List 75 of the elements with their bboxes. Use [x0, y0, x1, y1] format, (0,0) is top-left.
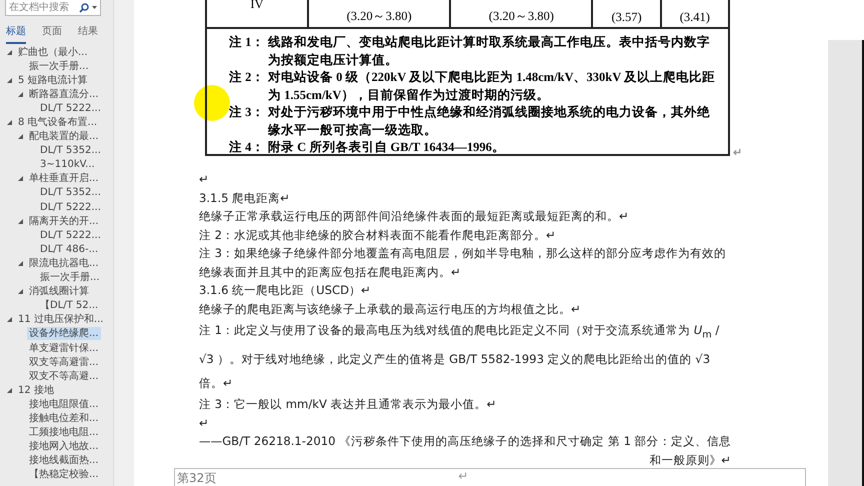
heading-item[interactable]: 工频接地电阻...	[27, 426, 101, 440]
expanded-triangle-icon[interactable]	[18, 289, 23, 294]
heading-item[interactable]: 接地电阻限值...	[27, 398, 101, 411]
heading-item[interactable]: DL/T 5352...	[38, 186, 103, 200]
cursor-highlight	[194, 85, 230, 121]
expanded-triangle-icon[interactable]	[7, 78, 12, 83]
expanded-triangle-icon[interactable]	[18, 218, 23, 224]
table-cell: (3.57)	[592, 0, 661, 28]
heading-item[interactable]: 贮曲也（最小...	[16, 46, 90, 59]
heading-item[interactable]: 单柱垂直开启...	[27, 172, 101, 186]
heading-item[interactable]: 振一次手册...	[38, 271, 102, 284]
heading-item[interactable]: DL/T 486-...	[38, 242, 100, 256]
paragraph: ↵	[199, 414, 210, 432]
expanded-triangle-icon[interactable]	[18, 134, 23, 140]
expanded-triangle-icon[interactable]	[18, 176, 23, 182]
section-heading: 3.1.5 爬电距离↵	[199, 190, 291, 206]
heading-item[interactable]: 振一次手册...	[27, 60, 91, 73]
section-heading: 3.1.6 统一爬电比距（USCD）↵	[199, 282, 372, 299]
paragraph: 注 3：如果绝缘子绝缘件部分地覆盖有高电阻层，例如半导电釉，那么这样的部分应考虑作为有效的绝缘表面并且其中的距离应包括在爬电距离内。↵	[199, 245, 728, 280]
table-cell: (3.41)	[660, 0, 729, 28]
heading-item[interactable]: 【DL/T 52...	[38, 299, 100, 312]
heading-item[interactable]: 11 过电压保护和...	[16, 313, 106, 326]
heading-item[interactable]: 3~110kV...	[38, 158, 97, 172]
paragraph: ↵	[199, 171, 210, 188]
note-label: 注 2：	[229, 69, 266, 86]
nav-tab[interactable]: 标题	[6, 24, 26, 44]
paragraph-mark: ↵	[458, 469, 468, 485]
expanded-triangle-icon[interactable]	[7, 388, 12, 393]
paragraph: 绝缘子正常承载运行电压的两部件间沿绝缘件表面的最短距离或最短距离的和。↵	[199, 208, 630, 225]
heading-item[interactable]: 单支避雷针保...	[27, 342, 101, 355]
heading-item[interactable]: 接触电位差和...	[27, 412, 101, 425]
note-text: 线路和发电厂、变电站爬电比距计算时取系统最高工作电压。表中括号内数字为按额定电压计算值。	[268, 34, 711, 68]
heading-item[interactable]: DL/T 5222...	[38, 228, 103, 242]
heading-item[interactable]: 限流电抗器电...	[27, 256, 101, 270]
paragraph-mark: ↵	[733, 146, 742, 160]
heading-item[interactable]: 消弧线圈计算	[27, 285, 91, 298]
note-label: 注 1：	[229, 34, 266, 51]
heading-item[interactable]: 隔离开关的开...	[27, 214, 101, 228]
paragraph: 注 1：此定义与使用了设备的最高电压为线对线值的爬电比距定义不同（对于交流系统通常为 U$_{m}$ / √3 ）。对于线对地绝缘，此定义产生的值将是 GB/T 5582-1993 定义的爬电比距给出的值的 √3 倍。↵	[199, 322, 720, 392]
heading-item[interactable]: 双支等高避雷...	[27, 356, 101, 369]
paragraph: 绝缘子的爬电距离与该绝缘子上承载的最高运行电压的方均根值之比。↵	[199, 300, 582, 318]
heading-item[interactable]: 接地线截面热...	[27, 454, 101, 468]
heading-item[interactable]: DL/T 5222...	[38, 200, 103, 214]
expanded-triangle-icon[interactable]	[18, 92, 23, 97]
heading-item[interactable]: DL/T 5222...	[38, 102, 103, 115]
expanded-triangle-icon[interactable]	[7, 317, 12, 322]
heading-item[interactable]: 12 接地	[16, 384, 56, 397]
heading-item[interactable]: 接地网入地故...	[27, 440, 101, 454]
table-cell: IV	[206, 0, 308, 28]
note-label: 注 3：	[229, 104, 266, 121]
expanded-triangle-icon[interactable]	[7, 120, 12, 126]
citation: ——GB/T 26218.1-2010 《污秽条件下使用的高压绝缘子的选择和尺寸确定 第 1 部分：定义、信息和一般原则》↵	[199, 433, 731, 469]
note-text: 对处于污秽环境中用于中性点绝缘和经消弧线圈接地系统的电力设备，其外绝缘水平一般可按高一级选取。	[268, 104, 711, 138]
heading-item[interactable]: 8 电气设备布置...	[16, 116, 100, 130]
heading-item[interactable]: 【热稳定校验...	[27, 468, 101, 482]
heading-item[interactable]: DL/T 5352...	[38, 144, 103, 158]
paragraph: 注 3：它一般以 mm/kV 表达并且通常表示为最小值。↵	[199, 396, 498, 414]
nav-tab[interactable]: 页面	[42, 24, 62, 44]
heading-item[interactable]: 断路器直流分...	[27, 88, 101, 101]
heading-item[interactable]: 双支不等高避...	[27, 370, 101, 383]
table-cell: (3.20～3.80)	[450, 0, 592, 28]
expanded-triangle-icon[interactable]	[7, 50, 12, 55]
note-label: 注 4：	[229, 139, 266, 156]
search-icon[interactable]	[79, 2, 89, 12]
note-text: 附录 C 所列各表引自 GB/T 16434—1996。	[268, 139, 505, 156]
note-text: 对电站设备 0 级（220kV 及以下爬电比距为 1.48cm/kV、330kV 及以上爬电比距为 1.55cm/kV），目前保留作为过渡时期的污级。	[268, 69, 716, 104]
page-number: 第32页	[176, 470, 218, 486]
dropdown-caret-icon[interactable]	[92, 6, 97, 10]
heading-item[interactable]: 配电装置的最...	[27, 130, 101, 144]
expanded-triangle-icon[interactable]	[18, 260, 23, 266]
paragraph: 注 2：水泥或其他非绝缘的胶合材料表面不能看作爬电距离部分。↵	[199, 226, 557, 244]
nav-tab[interactable]: 结果	[78, 24, 98, 44]
heading-item[interactable]: 5 短路电流计算	[16, 74, 90, 87]
table-cell: (3.20～3.80)	[308, 0, 450, 28]
heading-item[interactable]: 设备外绝缘爬...	[27, 327, 101, 340]
